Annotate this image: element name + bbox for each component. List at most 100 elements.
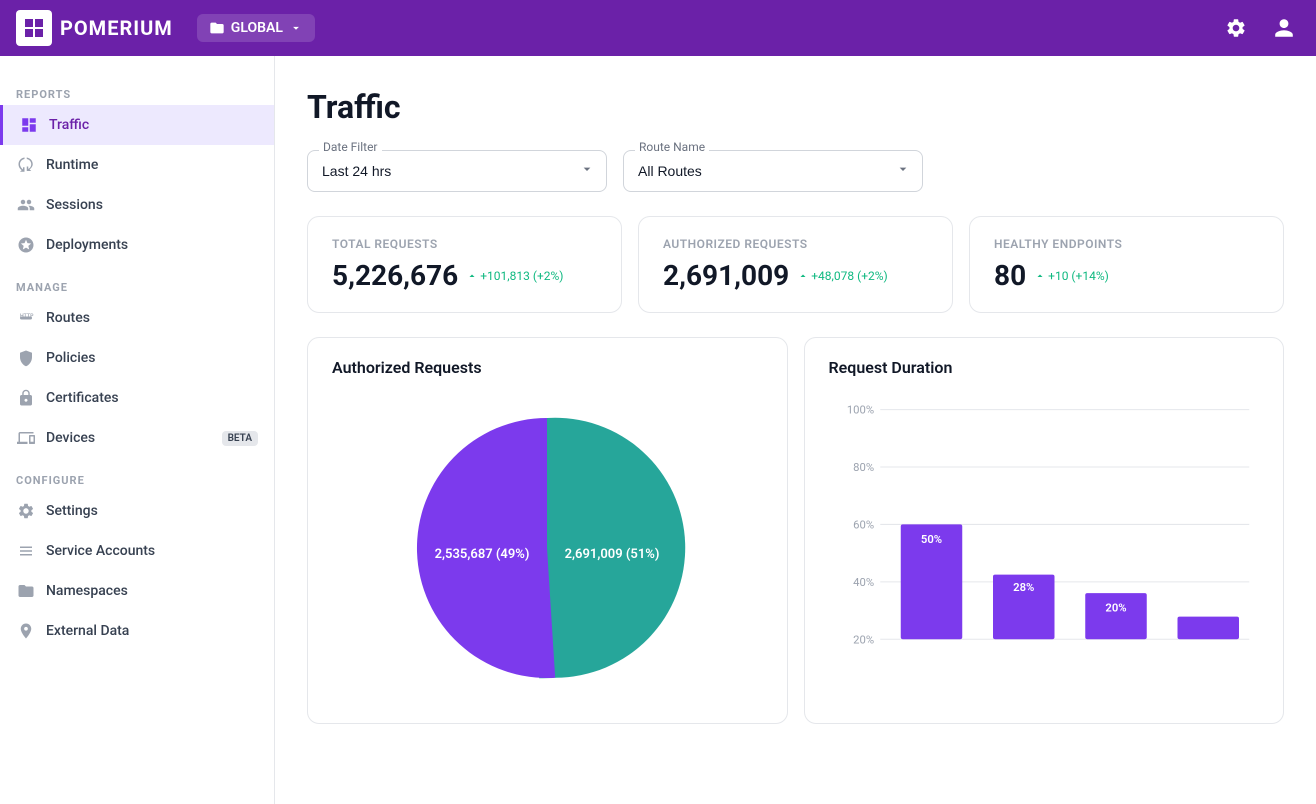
date-filter-select[interactable]: Last 24 hrs Last 7 days Last 30 days (307, 150, 607, 192)
pie-chart-svg: 2,535,687 (49%) 2,691,009 (51%) (397, 398, 697, 698)
sidebar-item-runtime[interactable]: Runtime (0, 145, 274, 185)
pie-slice2-label: 2,691,009 (51%) (565, 547, 660, 562)
sidebar-item-devices-label: Devices (46, 430, 95, 446)
sidebar-item-service-accounts[interactable]: Service Accounts (0, 531, 274, 571)
user-icon (1273, 17, 1295, 39)
reports-section-label: REPORTS (0, 80, 274, 105)
sidebar-item-devices[interactable]: Devices BETA (0, 418, 274, 458)
bar-4 (1177, 617, 1239, 640)
request-duration-chart-title: Request Duration (829, 358, 1260, 377)
request-duration-chart-card: Request Duration 100% 80% 60% 40% 20% (804, 337, 1285, 724)
main-content: Traffic Date Filter Last 24 hrs Last 7 d… (275, 56, 1316, 804)
sidebar-item-certificates-label: Certificates (46, 390, 119, 406)
gear-icon (1225, 17, 1247, 39)
date-filter-group: Date Filter Last 24 hrs Last 7 days Last… (307, 150, 607, 192)
healthy-endpoints-value: 80 (994, 259, 1026, 292)
total-requests-card: TOTAL REQUESTS 5,226,676 +101,813 (+2%) (307, 216, 622, 313)
page-title: Traffic (307, 88, 1284, 126)
total-requests-value-row: 5,226,676 +101,813 (+2%) (332, 259, 597, 292)
sidebar-item-traffic-label: Traffic (49, 117, 89, 133)
sidebar-item-sessions-label: Sessions (46, 197, 103, 213)
authorized-requests-chart-card: Authorized Requests (307, 337, 788, 724)
devices-icon (16, 428, 36, 448)
authorized-requests-value: 2,691,009 (663, 259, 789, 292)
sidebar-item-sessions[interactable]: Sessions (0, 185, 274, 225)
app-body: REPORTS Traffic Runtime Sessions Deploym… (0, 56, 1316, 804)
pie-chart-container: 2,535,687 (49%) 2,691,009 (51%) (332, 393, 763, 703)
certificates-icon (16, 388, 36, 408)
sidebar-item-settings[interactable]: Settings (0, 491, 274, 531)
healthy-endpoints-value-row: 80 +10 (+14%) (994, 259, 1259, 292)
up-arrow-icon-2 (797, 270, 809, 282)
service-accounts-icon (16, 541, 36, 561)
sidebar-item-external-data[interactable]: External Data (0, 611, 274, 651)
healthy-endpoints-card: HEALTHY ENDPOINTS 80 +10 (+14%) (969, 216, 1284, 313)
sidebar-item-runtime-label: Runtime (46, 157, 98, 173)
logo-icon (16, 10, 52, 46)
routes-icon: HTTP (16, 308, 36, 328)
svg-text:100%: 100% (846, 404, 873, 417)
app-name: POMERIUM (60, 16, 173, 40)
svg-text:HTTP: HTTP (20, 313, 34, 319)
svg-text:80%: 80% (853, 461, 874, 474)
sessions-icon (16, 195, 36, 215)
env-selector[interactable]: GLOBAL (197, 14, 315, 42)
sidebar-item-deployments-label: Deployments (46, 237, 128, 253)
sidebar-item-service-accounts-label: Service Accounts (46, 543, 155, 559)
sidebar-item-traffic[interactable]: Traffic (0, 105, 274, 145)
bar-chart-container: 100% 80% 60% 40% 20% 50% (829, 393, 1260, 703)
authorized-requests-value-row: 2,691,009 +48,078 (+2%) (663, 259, 928, 292)
total-requests-label: TOTAL REQUESTS (332, 237, 597, 251)
svg-text:20%: 20% (853, 633, 874, 646)
authorized-requests-delta: +48,078 (+2%) (797, 269, 888, 283)
authorized-requests-chart-title: Authorized Requests (332, 358, 763, 377)
authorized-requests-label: AUTHORIZED REQUESTS (663, 237, 928, 251)
sidebar-item-namespaces[interactable]: Namespaces (0, 571, 274, 611)
sidebar-item-routes[interactable]: HTTP Routes (0, 298, 274, 338)
sidebar-item-policies-label: Policies (46, 350, 96, 366)
charts-row: Authorized Requests (307, 337, 1284, 724)
filters-row: Date Filter Last 24 hrs Last 7 days Last… (307, 150, 1284, 192)
route-name-filter-group: Route Name All Routes (623, 150, 923, 192)
stats-row: TOTAL REQUESTS 5,226,676 +101,813 (+2%) … (307, 216, 1284, 313)
logo: POMERIUM (16, 10, 173, 46)
topnav: POMERIUM GLOBAL (0, 0, 1316, 56)
svg-text:20%: 20% (1105, 602, 1126, 615)
sidebar-item-namespaces-label: Namespaces (46, 583, 128, 599)
traffic-icon (19, 115, 39, 135)
sidebar: REPORTS Traffic Runtime Sessions Deploym… (0, 56, 275, 804)
svg-text:60%: 60% (853, 519, 874, 532)
sidebar-item-settings-label: Settings (46, 503, 98, 519)
topnav-right (1220, 12, 1300, 44)
external-data-icon (16, 621, 36, 641)
sidebar-item-deployments[interactable]: Deployments (0, 225, 274, 265)
env-label: GLOBAL (231, 20, 283, 36)
sidebar-item-policies[interactable]: Policies (0, 338, 274, 378)
total-requests-delta: +101,813 (+2%) (466, 269, 563, 283)
runtime-icon (16, 155, 36, 175)
healthy-endpoints-delta: +10 (+14%) (1034, 269, 1109, 283)
svg-text:28%: 28% (1013, 581, 1034, 594)
pie-slice1-label: 2,535,687 (49%) (435, 547, 530, 562)
up-arrow-icon (466, 270, 478, 282)
authorized-requests-card: AUTHORIZED REQUESTS 2,691,009 +48,078 (+… (638, 216, 953, 313)
route-name-filter-select[interactable]: All Routes (623, 150, 923, 192)
sidebar-item-routes-label: Routes (46, 310, 90, 326)
policies-icon (16, 348, 36, 368)
up-arrow-icon-3 (1034, 270, 1046, 282)
bar-3 (1085, 593, 1147, 639)
folder-icon (209, 20, 225, 36)
configure-section-label: CONFIGURE (0, 466, 274, 491)
bar-chart-svg: 100% 80% 60% 40% 20% 50% (829, 393, 1260, 703)
sidebar-item-external-data-label: External Data (46, 623, 129, 639)
env-chevron-icon (289, 21, 303, 35)
namespaces-icon (16, 581, 36, 601)
settings-button[interactable] (1220, 12, 1252, 44)
user-button[interactable] (1268, 12, 1300, 44)
date-filter-label: Date Filter (319, 140, 382, 154)
svg-text:40%: 40% (853, 576, 874, 589)
sidebar-item-certificates[interactable]: Certificates (0, 378, 274, 418)
manage-section-label: MANAGE (0, 273, 274, 298)
total-requests-value: 5,226,676 (332, 259, 458, 292)
settings-nav-icon (16, 501, 36, 521)
